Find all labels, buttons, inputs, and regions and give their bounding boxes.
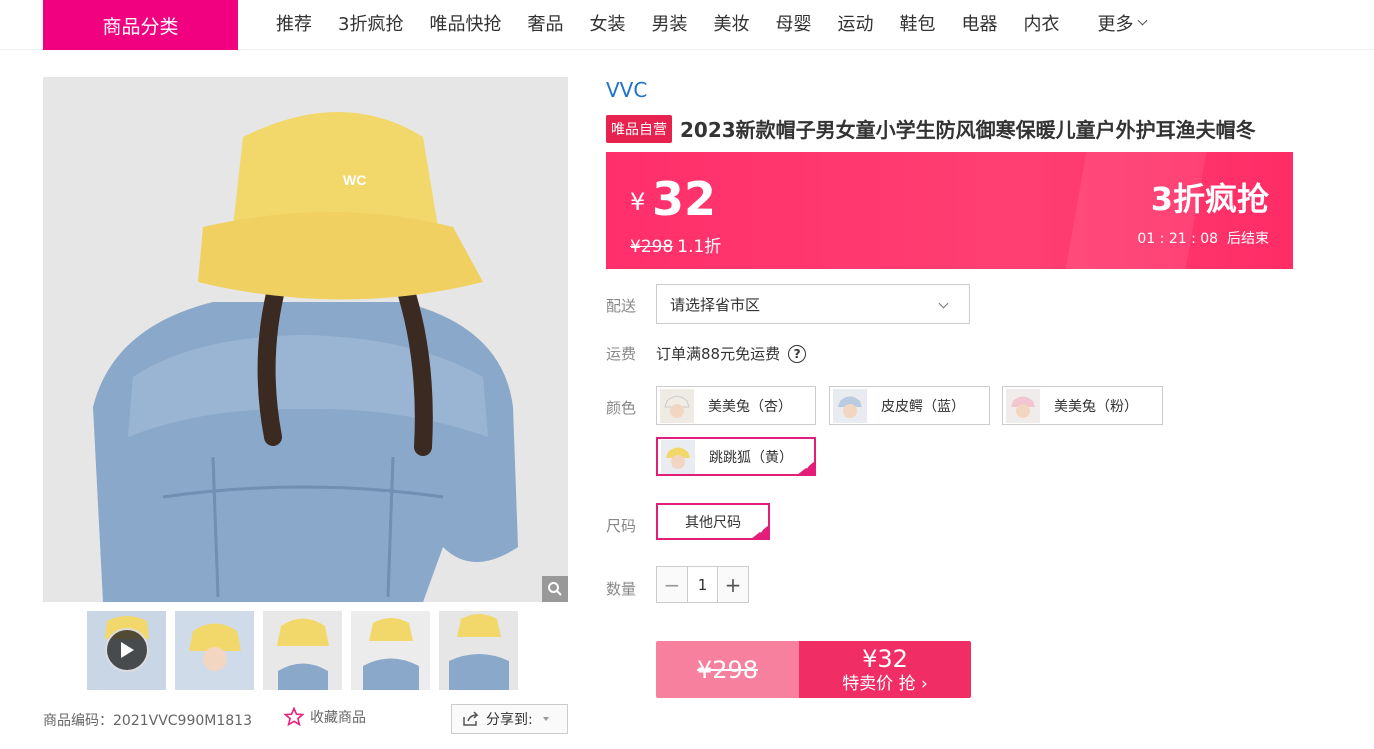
share-label: 分享到: — [486, 712, 533, 728]
original-price: ¥298 — [630, 237, 674, 257]
color-option-label: 美美兔（杏） — [708, 398, 792, 415]
product-title: 2023新款帽子男女童小学生防风御寒保暖儿童户外护耳渔夫帽冬 — [680, 118, 1256, 142]
color-option[interactable]: 美美兔（粉） — [1002, 386, 1163, 425]
quantity-label: 数量 — [606, 580, 637, 598]
buy-button[interactable]: ¥298 ¥32 特卖价 抢 › — [656, 641, 971, 698]
thumbnail-video[interactable] — [87, 611, 166, 690]
quantity-minus-button[interactable]: − — [657, 567, 687, 602]
color-option[interactable]: 皮皮鳄（蓝） — [829, 386, 990, 425]
nav-item-beauty[interactable]: 美妆 — [713, 10, 749, 36]
help-icon[interactable]: ? — [788, 344, 807, 363]
nav-more[interactable]: 更多 — [1097, 10, 1148, 36]
self-operated-badge: 唯品自营 — [606, 114, 672, 143]
original-price-row: ¥298 1.1折 — [630, 232, 721, 257]
nav-items: 推荐 3折疯抢 唯品快抢 奢品 女装 男装 美妆 母婴 运动 鞋包 电器 内衣 … — [263, 0, 1148, 46]
discount-rate: 1.1折 — [677, 237, 722, 257]
nav-item-underwear[interactable]: 内衣 — [1023, 10, 1059, 36]
buy-label-row: 特卖价 抢 › — [842, 673, 928, 695]
nav-item-sports[interactable]: 运动 — [837, 10, 873, 36]
size-option-label: 其他尺码 — [685, 514, 741, 531]
buy-price: ¥32 — [862, 644, 908, 673]
color-swatch-image — [1006, 388, 1040, 423]
color-option-selected[interactable]: 跳跳狐（黄） ✔ — [656, 437, 816, 476]
product-code-label: 商品编码： — [43, 713, 113, 729]
color-option[interactable]: 美美兔（杏） — [656, 386, 816, 425]
favorite-label: 收藏商品 — [310, 710, 366, 726]
brand-link[interactable]: VVC — [606, 78, 647, 102]
nav-item-women[interactable]: 女装 — [589, 10, 625, 36]
favorite-button[interactable]: 收藏商品 — [284, 707, 366, 727]
title-row: 唯品自营 2023新款帽子男女童小学生防风御寒保暖儿童户外护耳渔夫帽冬 — [606, 114, 1256, 143]
checkmark-icon: ✔ — [804, 462, 812, 472]
countdown: 01 : 21 : 08 后结束 — [1137, 228, 1269, 248]
region-select-value: 请选择省市区 — [670, 295, 761, 314]
nav-item-luxury[interactable]: 奢品 — [527, 10, 563, 36]
chevron-down-icon — [1138, 15, 1148, 26]
countdown-suffix: 后结束 — [1227, 231, 1269, 247]
region-select[interactable]: 请选择省市区 — [656, 284, 970, 324]
quantity-plus-button[interactable]: + — [718, 567, 748, 602]
color-option-label: 美美兔（粉） — [1054, 398, 1138, 415]
currency-symbol: ¥ — [630, 188, 646, 216]
main-product-image[interactable]: WC — [43, 77, 568, 602]
top-nav: 商品分类 推荐 3折疯抢 唯品快抢 奢品 女装 男装 美妆 母婴 运动 鞋包 电… — [0, 0, 1374, 50]
quantity-stepper: − 1 + — [656, 566, 749, 603]
delivery-label: 配送 — [606, 297, 637, 315]
color-label: 颜色 — [606, 399, 637, 417]
color-swatch-image — [661, 439, 695, 474]
star-icon — [284, 707, 304, 727]
size-option-selected[interactable]: 其他尺码 ✔ — [656, 503, 770, 540]
buy-special-price: ¥32 特卖价 抢 › — [799, 641, 971, 698]
nav-item-recommend[interactable]: 推荐 — [276, 10, 312, 36]
shipping-label: 运费 — [606, 345, 637, 363]
zoom-icon[interactable] — [542, 576, 568, 602]
current-price: 32 — [652, 172, 717, 226]
product-photo: WC — [43, 77, 568, 602]
size-label: 尺码 — [606, 517, 637, 535]
share-icon — [463, 711, 479, 726]
nav-item-shoes-bags[interactable]: 鞋包 — [899, 10, 935, 36]
color-option-label: 皮皮鳄（蓝） — [881, 398, 965, 415]
shipping-text: 订单满88元免运费 — [656, 345, 781, 363]
chevron-down-icon — [938, 298, 949, 309]
nav-item-flash-30[interactable]: 3折疯抢 — [338, 10, 403, 36]
nav-item-baby[interactable]: 母婴 — [775, 10, 811, 36]
buy-original-price: ¥298 — [656, 641, 799, 698]
buy-original-price-value: ¥298 — [696, 655, 759, 684]
thumbnail-image[interactable] — [263, 611, 342, 690]
nav-item-men[interactable]: 男装 — [651, 10, 687, 36]
buy-label: 特卖价 抢 — [842, 673, 916, 694]
play-icon[interactable] — [105, 628, 149, 672]
color-option-label: 跳跳狐（黄） — [709, 449, 793, 466]
thumbnail-image[interactable] — [439, 611, 518, 690]
price-banner: ¥ 32 ¥298 1.1折 3折疯抢 01 : 21 : 08 后结束 — [606, 152, 1293, 269]
color-swatch-image — [660, 388, 694, 423]
product-code: 商品编码：2021VVC990M1813 — [43, 710, 252, 730]
quantity-input[interactable]: 1 — [687, 567, 718, 602]
hat-logo-text: WC — [343, 172, 366, 188]
nav-item-quick-grab[interactable]: 唯品快抢 — [429, 10, 501, 36]
thumbnail-strip — [87, 611, 527, 690]
thumbnail-image[interactable] — [351, 611, 430, 690]
countdown-time: 01 : 21 : 08 — [1137, 231, 1219, 247]
checkmark-icon: ✔ — [758, 526, 766, 536]
product-code-value: 2021VVC990M1813 — [113, 713, 252, 729]
promo-name: 3折疯抢 — [1150, 180, 1269, 218]
chevron-right-icon: › — [921, 673, 928, 694]
caret-down-icon — [542, 717, 549, 721]
thumbnail-image[interactable] — [175, 611, 254, 690]
nav-item-appliances[interactable]: 电器 — [961, 10, 997, 36]
share-button[interactable]: 分享到: — [451, 704, 568, 734]
nav-more-label: 更多 — [1097, 14, 1134, 35]
color-swatch-image — [833, 388, 867, 423]
category-button[interactable]: 商品分类 — [43, 0, 238, 50]
shipping-info: 订单满88元免运费 ? — [656, 343, 807, 364]
